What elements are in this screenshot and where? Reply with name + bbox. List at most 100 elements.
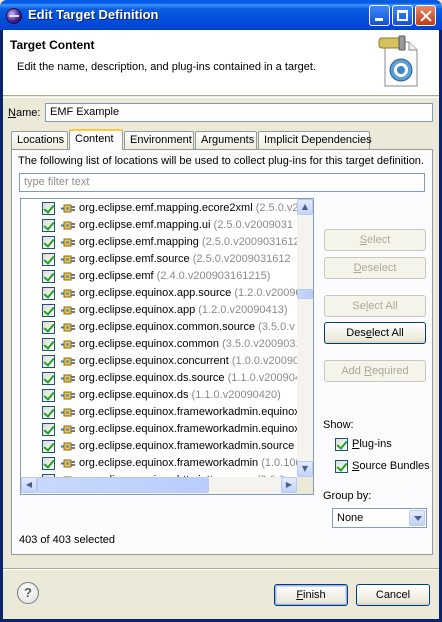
- minimize-button[interactable]: [369, 5, 390, 26]
- plugin-row[interactable]: org.eclipse.emf.mapping.ecore2xml (2.5.0…: [21, 200, 297, 217]
- finish-button[interactable]: Finish: [274, 584, 348, 606]
- plugin-row[interactable]: org.eclipse.equinox.concurrent (1.0.0.v2…: [21, 353, 297, 370]
- select-all-button[interactable]: Select All: [324, 295, 426, 317]
- plugin-label: org.eclipse.emf.mapping (2.5.0.v20090316…: [79, 234, 297, 251]
- checkbox-icon[interactable]: [42, 440, 55, 453]
- plugin-tree-rows: org.eclipse.emf.mapping.ecore2xml (2.5.0…: [21, 199, 297, 477]
- show-plugins-label: Plug-ins: [352, 438, 392, 450]
- scroll-down-icon[interactable]: ▼: [297, 461, 313, 477]
- checkbox-icon[interactable]: [42, 423, 55, 436]
- checkbox-icon[interactable]: [42, 202, 55, 215]
- checkbox-icon[interactable]: [42, 338, 55, 351]
- help-icon[interactable]: ?: [17, 582, 39, 604]
- horizontal-scrollbar[interactable]: ◀ ▶: [21, 477, 297, 494]
- plugin-version: (1.2.0.v20090: [234, 287, 297, 299]
- eclipse-app-icon: [6, 8, 22, 24]
- checkbox-icon[interactable]: [42, 355, 55, 368]
- plugin-row[interactable]: org.eclipse.emf.mapping (2.5.0.v20090316…: [21, 234, 297, 251]
- scroll-up-icon[interactable]: ▲: [297, 199, 313, 215]
- select-button[interactable]: Select: [324, 229, 426, 251]
- horizontal-scroll-thumb[interactable]: [37, 477, 209, 493]
- plugin-row[interactable]: org.eclipse.emf (2.4.0.v200903161215): [21, 268, 297, 285]
- tab-locations[interactable]: Locations: [11, 131, 68, 150]
- scroll-corner: [297, 477, 313, 494]
- plugin-row[interactable]: org.eclipse.equinox.frameworkadmin (1.0.…: [21, 455, 297, 472]
- plugin-name: org.eclipse.equinox.frameworkadmin.sourc…: [79, 440, 295, 452]
- scroll-left-icon[interactable]: ◀: [21, 477, 37, 493]
- vertical-scrollbar[interactable]: ▲ ▼: [297, 199, 313, 477]
- plugin-row[interactable]: org.eclipse.equinox.frameworkadmin.equin…: [21, 421, 297, 438]
- plugin-name: org.eclipse.emf.mapping.ecore2xml: [79, 202, 253, 214]
- filter-input[interactable]: type filter text: [19, 173, 425, 192]
- scroll-right-icon[interactable]: ▶: [281, 477, 297, 493]
- checkbox-icon[interactable]: [42, 389, 55, 402]
- plugin-version: (2.5.0.v2009031612: [192, 253, 291, 265]
- plugin-row[interactable]: org.eclipse.equinox.common (3.5.0.v20090…: [21, 336, 297, 353]
- plugin-icon: [60, 270, 76, 283]
- checkbox-icon[interactable]: [42, 457, 55, 470]
- plugin-label: org.eclipse.equinox.ds (1.1.0.v20090420): [79, 387, 281, 404]
- plugin-row[interactable]: org.eclipse.emf.source (2.5.0.v200903161…: [21, 251, 297, 268]
- checkbox-icon[interactable]: [335, 460, 348, 473]
- checkbox-icon[interactable]: [42, 406, 55, 419]
- plugin-row[interactable]: org.eclipse.equinox.frameworkadmin.equin…: [21, 404, 297, 421]
- deselect-all-button[interactable]: Deselect All: [324, 322, 426, 344]
- checkbox-icon[interactable]: [42, 219, 55, 232]
- plugin-label: org.eclipse.equinox.frameworkadmin.sourc…: [79, 438, 297, 455]
- show-label: Show:: [323, 419, 354, 431]
- close-button[interactable]: [415, 5, 436, 26]
- checkbox-icon[interactable]: [42, 236, 55, 249]
- plugin-version: (1.0.0.v20090: [231, 355, 297, 367]
- checkbox-icon[interactable]: [42, 304, 55, 317]
- cancel-button[interactable]: Cancel: [356, 584, 430, 606]
- tab-arguments[interactable]: Arguments: [195, 131, 257, 150]
- checkbox-icon[interactable]: [42, 270, 55, 283]
- plugin-label: org.eclipse.equinox.common (3.5.0.v20090…: [79, 336, 297, 353]
- checkbox-icon[interactable]: [42, 372, 55, 385]
- plugin-name: org.eclipse.equinox.frameworkadmin.equin…: [79, 423, 297, 435]
- plugin-version: (2.4.0.v200903161215): [156, 270, 271, 282]
- plugin-row[interactable]: org.eclipse.equinox.app.source (1.2.0.v2…: [21, 285, 297, 302]
- plugin-version: (2.5.0.v2: [255, 202, 297, 214]
- plugin-version: (1.0.100: [261, 457, 297, 469]
- tab-content[interactable]: Content: [69, 129, 123, 150]
- dialog-window: Edit Target Definition Target Content Ed…: [0, 0, 442, 622]
- plugin-label: org.eclipse.emf.source (2.5.0.v200903161…: [79, 251, 291, 268]
- checkbox-icon[interactable]: [42, 287, 55, 300]
- checkbox-icon[interactable]: [42, 253, 55, 266]
- tab-implicit-dependencies[interactable]: Implicit Dependencies: [258, 131, 372, 150]
- plugin-label: org.eclipse.equinox.frameworkadmin.equin…: [79, 421, 297, 438]
- plugin-row[interactable]: org.eclipse.equinox.ds.source (1.1.0.v20…: [21, 370, 297, 387]
- deselect-button[interactable]: Deselect: [324, 257, 426, 279]
- name-input[interactable]: EMF Example: [45, 103, 433, 122]
- title-bar[interactable]: Edit Target Definition: [0, 0, 442, 30]
- window-title: Edit Target Definition: [28, 7, 159, 22]
- wizard-header: Target Content Edit the name, descriptio…: [3, 30, 439, 96]
- add-required-button[interactable]: Add Required: [324, 360, 426, 382]
- plugin-name: org.eclipse.emf.source: [79, 253, 190, 265]
- checkbox-icon[interactable]: [42, 321, 55, 334]
- plugin-version: (3.5.0.v: [258, 321, 295, 333]
- vertical-scroll-thumb[interactable]: [297, 289, 313, 299]
- plugin-version: (1.1.0.v20090420): [191, 389, 281, 401]
- plugin-icon: [60, 440, 76, 453]
- target-definition-icon: [378, 35, 418, 87]
- plugin-version: (1.1.0.v200904: [227, 372, 297, 384]
- checkbox-icon[interactable]: [335, 438, 348, 451]
- header-separator: [3, 97, 439, 98]
- plugin-icon: [60, 304, 76, 317]
- plugin-name: org.eclipse.emf.mapping: [79, 236, 199, 248]
- plugin-name: org.eclipse.equinox.app.source: [79, 287, 232, 299]
- maximize-button[interactable]: [392, 5, 413, 26]
- chevron-down-icon[interactable]: [409, 510, 425, 526]
- group-by-select[interactable]: None: [332, 508, 427, 528]
- plugin-name: org.eclipse.equinox.frameworkadmin: [79, 457, 259, 469]
- plugin-label: org.eclipse.emf (2.4.0.v200903161215): [79, 268, 270, 285]
- plugin-row[interactable]: org.eclipse.equinox.app (1.2.0.v20090413…: [21, 302, 297, 319]
- plugin-row[interactable]: org.eclipse.equinox.frameworkadmin.sourc…: [21, 438, 297, 455]
- show-source-bundles-label: Source Bundles: [352, 460, 430, 472]
- plugin-row[interactable]: org.eclipse.equinox.common.source (3.5.0…: [21, 319, 297, 336]
- plugin-row[interactable]: org.eclipse.emf.mapping.ui (2.5.0.v20090…: [21, 217, 297, 234]
- plugin-row[interactable]: org.eclipse.equinox.ds (1.1.0.v20090420): [21, 387, 297, 404]
- tab-environment[interactable]: Environment: [124, 131, 194, 150]
